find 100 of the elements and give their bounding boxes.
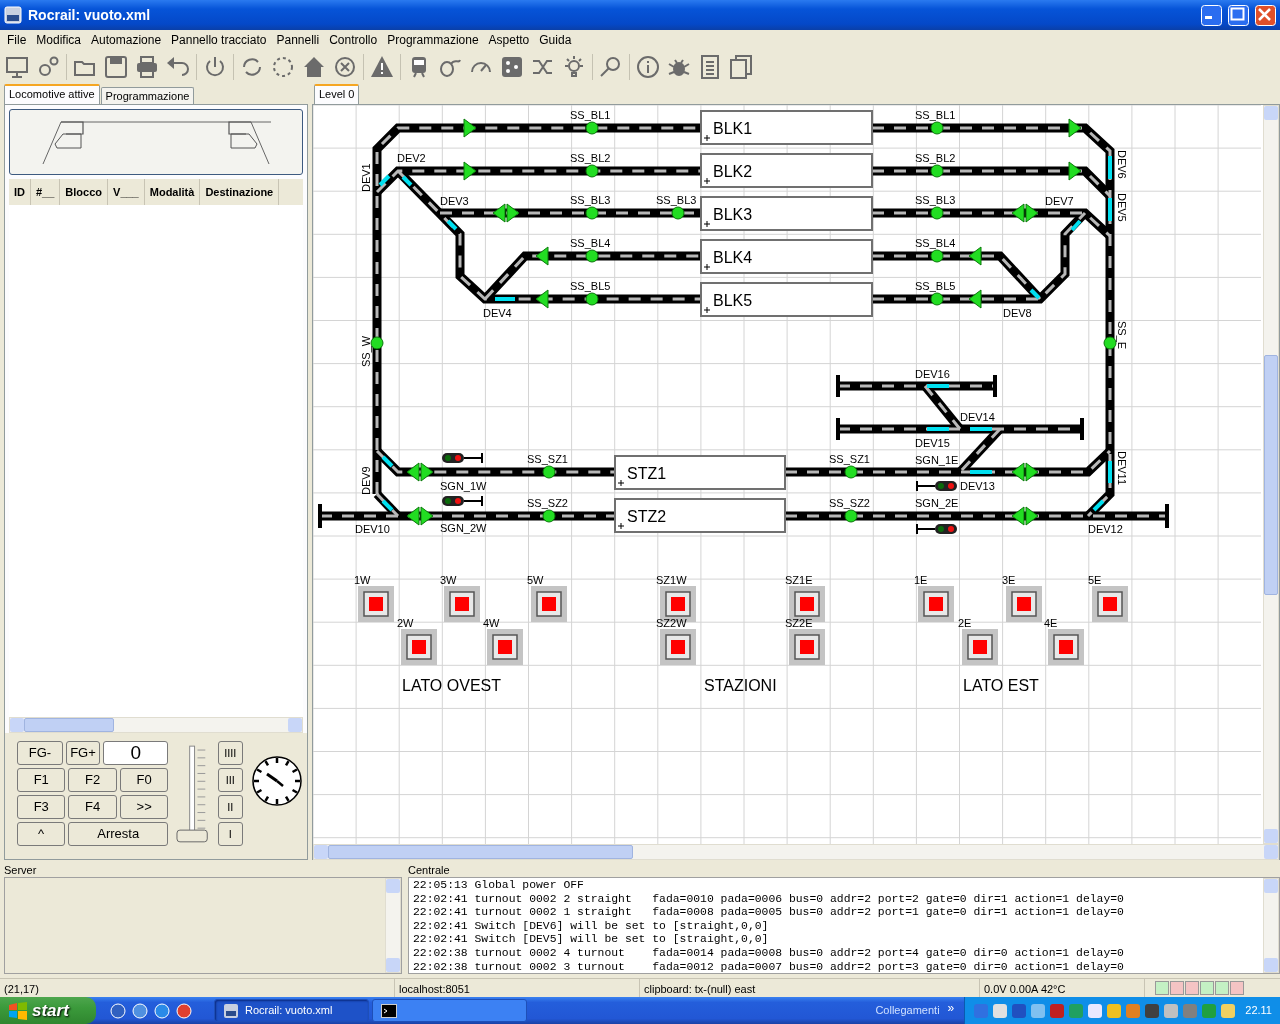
function-button[interactable]: F1 [17, 768, 66, 792]
block-element[interactable] [614, 498, 786, 533]
bidirectional-arrow-icon [406, 462, 434, 482]
function-group-button[interactable]: FG- [17, 741, 63, 765]
warning-icon[interactable] [369, 54, 395, 80]
sensor-indicator [930, 121, 944, 135]
plus-icon [617, 479, 625, 487]
sensor-indicator [930, 206, 944, 220]
vertical-scrollbar[interactable] [385, 878, 401, 973]
function-button[interactable]: F2 [68, 768, 117, 792]
function-button[interactable]: F3 [17, 795, 66, 819]
network-icon[interactable] [499, 54, 525, 80]
tray-icon[interactable] [1144, 1002, 1161, 1019]
route-button[interactable] [487, 629, 523, 665]
panel-tab[interactable]: Locomotive attive [4, 84, 100, 104]
quick-launch-icon[interactable] [132, 1002, 148, 1019]
route-button[interactable] [1006, 586, 1042, 622]
plus-icon [617, 522, 625, 530]
signal-icon[interactable] [916, 523, 957, 535]
route-label: 1W [354, 574, 371, 586]
route-button[interactable] [401, 629, 437, 665]
menu-item[interactable]: Controllo [324, 31, 383, 49]
monitor-icon[interactable] [4, 54, 30, 80]
level-tab[interactable]: Level 0 [314, 84, 360, 104]
tray-icon[interactable] [1087, 1002, 1104, 1019]
save-icon[interactable] [103, 54, 129, 80]
function-button[interactable]: F0 [119, 768, 169, 792]
switch-label: DEV7 [1045, 195, 1074, 207]
quick-launch-icon[interactable] [110, 1002, 126, 1019]
horizontal-scrollbar[interactable] [313, 844, 1279, 860]
menu-item[interactable]: Programmazione [382, 31, 484, 49]
function-button[interactable]: >> [119, 795, 169, 819]
direction-arrow-icon [1068, 118, 1082, 138]
tray-icon[interactable] [1220, 1002, 1237, 1019]
vertical-scrollbar[interactable] [1263, 105, 1279, 844]
switch-label: DEV2 [397, 152, 426, 164]
block-label: BLK4 [713, 249, 753, 266]
route-button[interactable] [358, 586, 394, 622]
switch-label: DEV10 [355, 523, 390, 535]
toolbar-label[interactable]: Collegamenti [875, 1002, 940, 1019]
chevron-button[interactable]: » [947, 998, 955, 1017]
speed-step-button[interactable]: II [217, 795, 243, 819]
route-button[interactable] [962, 629, 998, 665]
route-button[interactable] [660, 629, 696, 665]
route-button[interactable] [531, 586, 567, 622]
documents-icon[interactable] [728, 54, 754, 80]
route-button[interactable] [1048, 629, 1084, 665]
signal-icon[interactable] [442, 495, 483, 507]
menu-item[interactable]: Aspetto [483, 31, 535, 49]
panel-tab[interactable]: Programmazione [100, 87, 195, 104]
menu-item[interactable]: Automazione [86, 31, 167, 49]
menu-item[interactable]: Pannelli [271, 31, 325, 49]
slider-thumb[interactable] [176, 829, 209, 843]
direction-button[interactable]: ^ [17, 822, 65, 846]
menu-item[interactable]: Guida [534, 31, 577, 49]
tray-icon[interactable] [992, 1002, 1009, 1019]
route-button[interactable] [789, 629, 825, 665]
info-icon[interactable] [635, 54, 661, 80]
stop-button[interactable]: Arresta [68, 822, 169, 846]
horizontal-scrollbar[interactable] [9, 717, 303, 733]
menu-item[interactable]: Modifica [31, 31, 87, 49]
function-button[interactable]: F4 [68, 795, 117, 819]
sensor-indicator [844, 509, 858, 523]
route-button[interactable] [1092, 586, 1128, 622]
block-element[interactable] [700, 153, 873, 188]
plus-icon [703, 134, 711, 142]
speed-step-button[interactable]: III [217, 768, 243, 792]
area-label: STAZIONI [704, 677, 777, 694]
block-element[interactable] [700, 239, 873, 274]
start-button[interactable]: start [0, 997, 96, 1024]
close-icon[interactable] [1255, 4, 1276, 26]
switch-label: DEV14 [960, 411, 995, 423]
quick-launch-icon[interactable] [154, 1002, 170, 1019]
block-element[interactable] [614, 455, 786, 490]
speed-step-button[interactable]: IIII [217, 741, 243, 765]
switch-label: DEV1 [360, 163, 372, 192]
taskbar-window-button[interactable] [372, 999, 527, 1022]
quick-launch-icon[interactable] [176, 1002, 192, 1019]
function-group-button[interactable]: FG+ [66, 741, 100, 765]
sensor-label: SS_W [360, 335, 372, 367]
maximize-icon[interactable] [1228, 4, 1249, 26]
sensor-label: SS_BL3 [915, 194, 956, 206]
minimize-icon[interactable] [1201, 4, 1222, 26]
print-icon[interactable] [134, 54, 160, 80]
close-circle-icon[interactable] [332, 54, 358, 80]
vertical-scrollbar[interactable] [1263, 878, 1279, 973]
route-button[interactable] [444, 586, 480, 622]
route-button[interactable] [918, 586, 954, 622]
block-element[interactable] [700, 110, 873, 145]
block-element[interactable] [700, 282, 873, 317]
taskbar-window-button[interactable]: Rocrail: vuoto.xml [214, 999, 369, 1022]
speed-step-button[interactable]: I [217, 822, 243, 846]
menu-item[interactable]: Pannello tracciato [166, 31, 272, 49]
signal-icon[interactable] [916, 480, 957, 492]
app-icon [4, 6, 22, 24]
switch-label: DEV11 [1116, 451, 1128, 486]
signal-icon[interactable] [442, 452, 483, 464]
menu-item[interactable]: File [2, 31, 32, 49]
signal-label: SGN_1E [915, 454, 959, 466]
block-element[interactable] [700, 196, 873, 231]
